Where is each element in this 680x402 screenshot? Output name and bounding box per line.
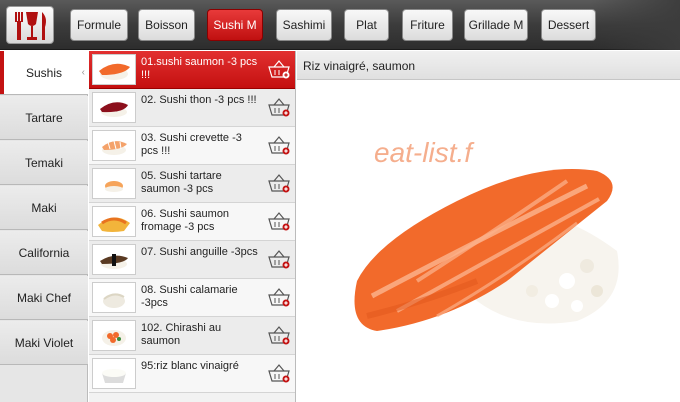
product-name: 08. Sushi calamarie -3pcs <box>141 284 238 309</box>
product-detail-panel: Riz vinaigré, saumon eat-list.f <box>297 51 680 402</box>
product-name: 01.sushi saumon -3 pcs !!! <box>141 56 258 81</box>
basket-plus-icon[interactable] <box>268 174 290 194</box>
product-thumbnail <box>92 358 136 389</box>
basket-plus-icon[interactable] <box>268 326 290 346</box>
list-item[interactable]: 03. Sushi crevette -3 pcs !!! <box>89 127 295 165</box>
category-button-grillade-m[interactable]: Grillade M <box>464 9 528 41</box>
product-thumbnail <box>92 206 136 237</box>
product-name: 02. Sushi thon -3 pcs !!! <box>141 94 257 106</box>
basket-plus-icon[interactable] <box>268 364 290 384</box>
list-item[interactable]: 02. Sushi thon -3 pcs !!! <box>89 89 295 127</box>
product-name: 102. Chirashi au saumon <box>141 322 222 347</box>
sidebar-item-maki-chef[interactable]: Maki Chef <box>0 276 88 320</box>
basket-plus-icon[interactable] <box>268 60 290 80</box>
basket-plus-icon[interactable] <box>268 136 290 156</box>
category-button-sashimi[interactable]: Sashimi <box>276 9 332 41</box>
product-name: 06. Sushi saumon fromage -3 pcs <box>141 208 230 233</box>
category-button-formule[interactable]: Formule <box>70 9 128 41</box>
salmon-nigiri-photo <box>354 169 619 331</box>
list-item[interactable]: 01.sushi saumon -3 pcs !!! <box>89 51 295 89</box>
list-item[interactable]: 07. Sushi anguille -3pcs <box>89 241 295 279</box>
product-name: 05. Sushi tartare saumon -3 pcs <box>141 170 222 195</box>
product-thumbnail <box>92 282 136 313</box>
list-item[interactable]: 06. Sushi saumon fromage -3 pcs <box>89 203 295 241</box>
subcategory-sidebar: Sushis ‹ Tartare Temaki Maki California … <box>0 51 88 402</box>
product-thumbnail <box>92 168 136 199</box>
sidebar-item-maki-violet[interactable]: Maki Violet <box>0 321 88 365</box>
product-thumbnail <box>92 54 136 85</box>
product-description: Riz vinaigré, saumon <box>297 51 680 80</box>
product-list: 01.sushi saumon -3 pcs !!! 02. Sushi tho… <box>89 51 296 402</box>
sidebar-item-tartare[interactable]: Tartare <box>0 96 88 140</box>
sidebar-item-label: Temaki <box>24 155 63 170</box>
category-button-boisson[interactable]: Boisson <box>138 9 195 41</box>
sidebar-item-label: Maki Chef <box>16 290 72 305</box>
fork-glass-knife-logo <box>15 12 46 40</box>
category-bar: Formule Boisson Sushi M Sashimi Plat Fri… <box>0 0 680 50</box>
sidebar-item-label: Maki Violet <box>14 335 74 350</box>
basket-plus-icon[interactable] <box>268 98 290 118</box>
sidebar-item-label: Tartare <box>25 110 63 125</box>
product-name: 95:riz blanc vinaigré <box>141 360 239 372</box>
chevron-left-icon: ‹ <box>81 67 85 78</box>
basket-plus-icon[interactable] <box>268 288 290 308</box>
product-thumbnail <box>92 244 136 275</box>
sidebar-item-sushis[interactable]: Sushis ‹ <box>0 51 88 95</box>
sidebar-item-label: Maki <box>31 200 57 215</box>
category-button-dessert[interactable]: Dessert <box>541 9 596 41</box>
sidebar-item-california[interactable]: California <box>0 231 88 275</box>
product-thumbnail <box>92 130 136 161</box>
product-name: 07. Sushi anguille -3pcs <box>141 246 258 258</box>
sidebar-item-label: California <box>18 245 70 260</box>
list-item[interactable]: 95:riz blanc vinaigré <box>89 355 295 393</box>
product-thumbnail <box>92 320 136 351</box>
basket-plus-icon[interactable] <box>268 250 290 270</box>
list-item[interactable]: 102. Chirashi au saumon <box>89 317 295 355</box>
category-button-friture[interactable]: Friture <box>402 9 453 41</box>
sidebar-item-temaki[interactable]: Temaki <box>0 141 88 185</box>
category-button-plat[interactable]: Plat <box>344 9 389 41</box>
basket-plus-icon[interactable] <box>268 212 290 232</box>
restaurant-logo <box>6 6 54 44</box>
product-thumbnail <box>92 92 136 123</box>
category-button-sushi-m[interactable]: Sushi M <box>207 9 263 41</box>
list-item[interactable]: 05. Sushi tartare saumon -3 pcs <box>89 165 295 203</box>
sidebar-item-label: Sushis <box>25 65 63 80</box>
list-item[interactable]: 08. Sushi calamarie -3pcs <box>89 279 295 317</box>
sidebar-item-maki[interactable]: Maki <box>0 186 88 230</box>
product-name: 03. Sushi crevette -3 pcs !!! <box>141 132 242 157</box>
scroll-fade <box>590 0 680 50</box>
